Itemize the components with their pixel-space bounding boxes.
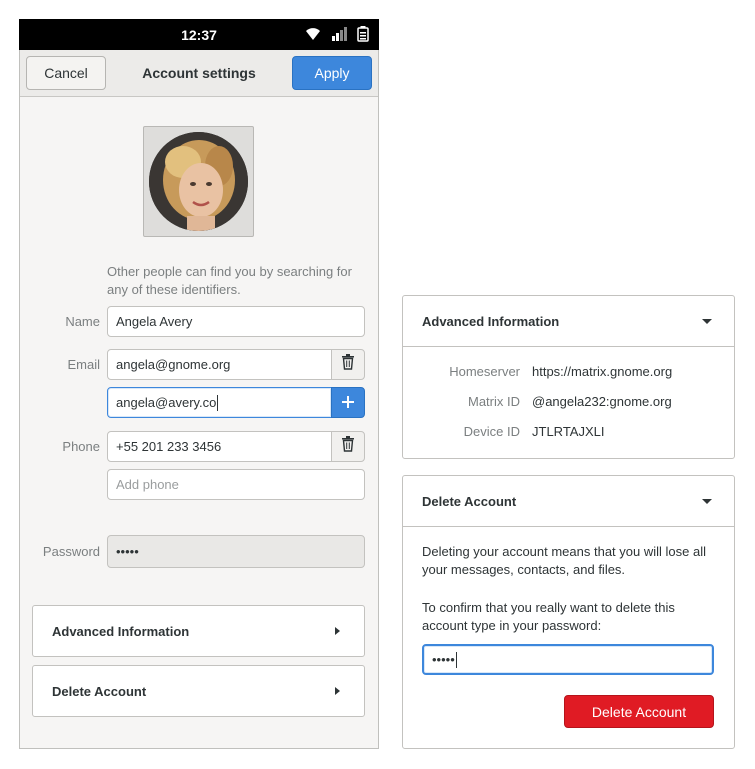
password-label: Password — [42, 544, 100, 559]
panel-title: Delete Account — [422, 494, 517, 509]
phone-field[interactable]: +55 201 233 3456 — [107, 431, 332, 462]
device-id-value: JTLRTAJXLI — [532, 424, 605, 439]
battery-icon — [357, 26, 369, 47]
expand-arrow-icon — [335, 627, 340, 635]
delete-account-header[interactable]: Delete Account — [403, 476, 734, 527]
email-field-2[interactable]: angela@avery.co — [107, 387, 332, 418]
remove-phone-button[interactable] — [331, 431, 365, 462]
trash-icon — [341, 354, 355, 375]
homeserver-value: https://matrix.gnome.org — [532, 364, 673, 379]
password-field[interactable]: ••••• — [107, 535, 365, 568]
panel-title: Advanced Information — [422, 314, 560, 329]
delete-warning-text: Deleting your account means that you wil… — [422, 544, 706, 577]
email-field-1[interactable]: angela@gnome.org — [107, 349, 332, 380]
homeserver-label: Homeserver — [449, 364, 520, 379]
advanced-information-expander[interactable]: Advanced Information — [32, 605, 365, 657]
name-field[interactable]: Angela Avery — [107, 306, 365, 337]
trash-icon — [341, 436, 355, 457]
expand-arrow-icon — [335, 687, 340, 695]
text-caret — [217, 394, 219, 411]
apply-button[interactable]: Apply — [292, 56, 372, 90]
text-caret — [455, 651, 457, 668]
add-phone-field[interactable]: Add phone — [107, 469, 365, 500]
remove-email-button[interactable] — [331, 349, 365, 380]
delete-password-field[interactable]: ••••• — [422, 644, 714, 675]
matrix-id-value: @angela232:gnome.org — [532, 394, 672, 409]
add-email-button[interactable] — [331, 387, 365, 418]
collapse-arrow-icon — [702, 319, 712, 324]
email-field-2-value: angela@avery.co — [116, 395, 217, 410]
expander-title: Advanced Information — [52, 624, 190, 639]
expander-title: Delete Account — [52, 684, 147, 699]
device-id-label: Device ID — [463, 424, 520, 439]
delete-account-button[interactable]: Delete Account — [564, 695, 714, 728]
matrix-id-label: Matrix ID — [468, 394, 520, 409]
collapse-arrow-icon — [702, 499, 712, 504]
advanced-information-header[interactable]: Advanced Information — [403, 296, 734, 347]
advanced-information-panel: Advanced Information Homeserver https://… — [402, 295, 735, 459]
header-bar: Cancel Account settings Apply — [20, 50, 378, 97]
delete-confirm-text: To confirm that you really want to delet… — [422, 600, 675, 633]
avatar-button[interactable] — [143, 126, 254, 237]
name-label: Name — [65, 314, 100, 329]
wifi-icon — [305, 27, 321, 46]
identifier-hint: Other people can find you by searching f… — [107, 264, 352, 297]
delete-password-value: ••••• — [432, 652, 455, 667]
delete-account-expander[interactable]: Delete Account — [32, 665, 365, 717]
plus-icon — [342, 392, 354, 413]
phone-label: Phone — [62, 439, 100, 454]
email-label: Email — [67, 357, 100, 372]
phone-window: 12:37 Cancel Account settings Apply Othe… — [19, 19, 379, 749]
avatar — [149, 132, 248, 231]
status-bar: 12:37 — [19, 19, 379, 50]
signal-icon — [331, 27, 347, 46]
delete-account-panel: Delete Account Deleting your account mea… — [402, 475, 735, 749]
